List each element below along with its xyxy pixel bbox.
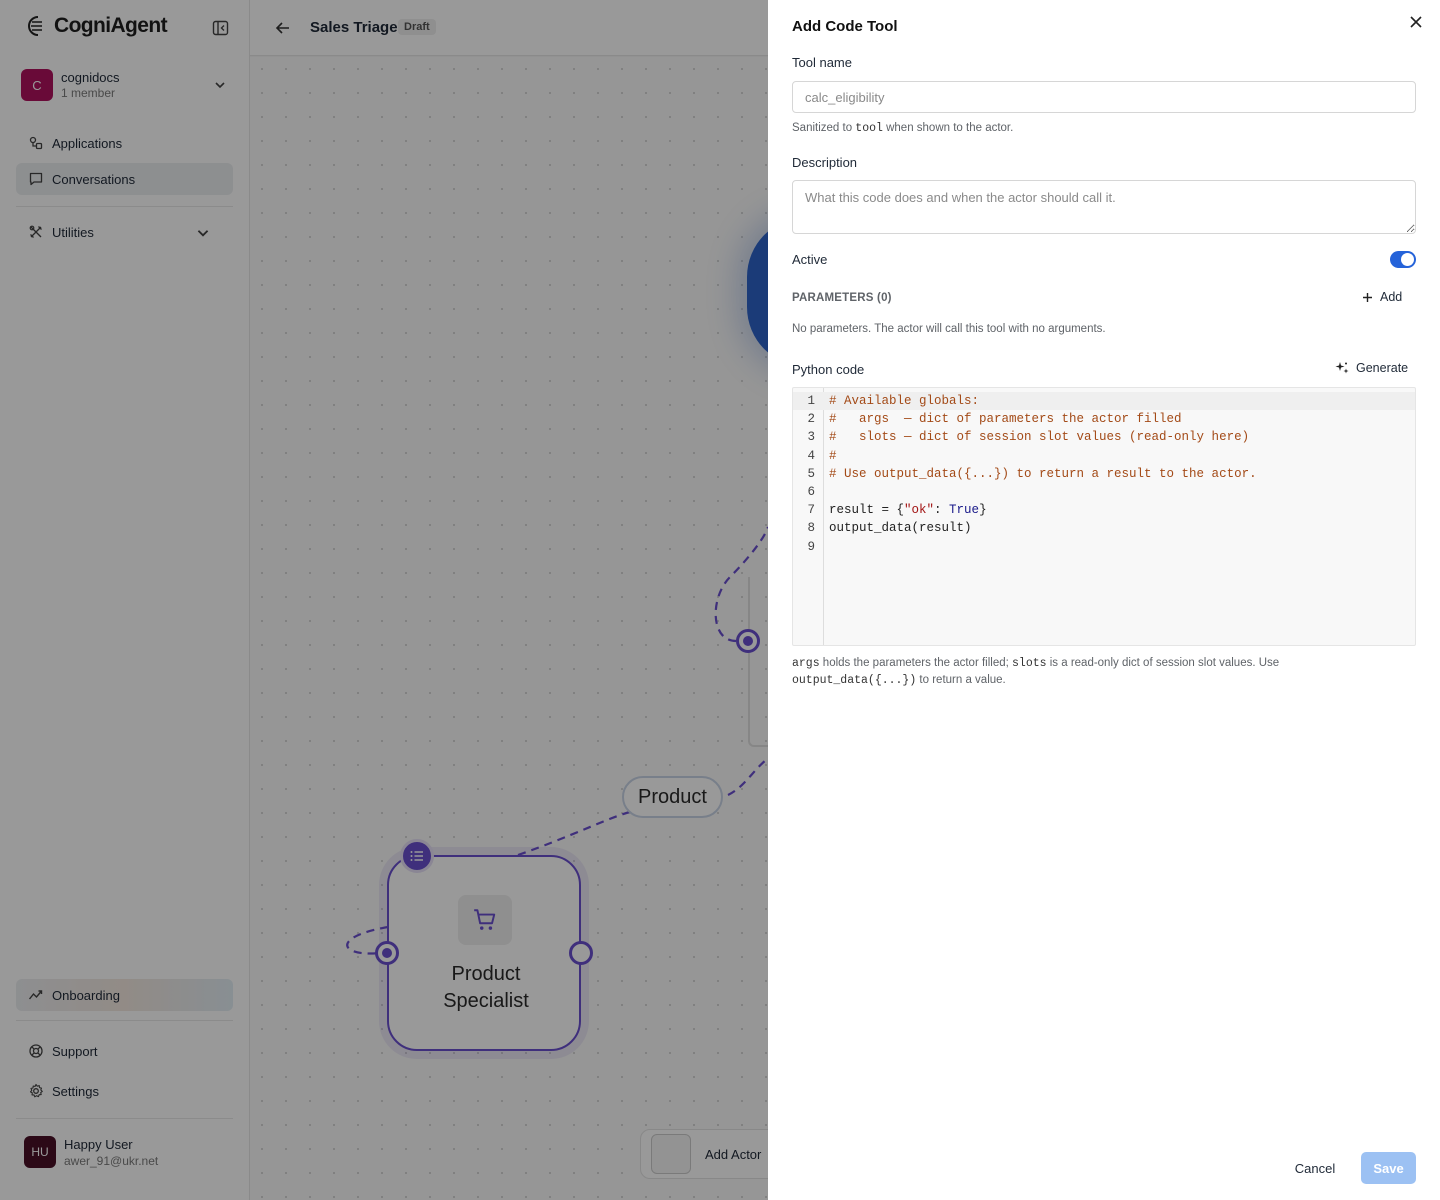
drawer-title: Add Code Tool <box>792 18 898 35</box>
code-line: 3 # slots — dict of session slot values (… <box>807 430 1250 445</box>
save-button[interactable]: Save <box>1361 1152 1416 1184</box>
hint-text: when shown to the actor. <box>882 122 1014 134</box>
hint-text: Sanitized to <box>792 122 856 134</box>
cancel-button[interactable]: Cancel <box>1286 1152 1344 1184</box>
tool-name-hint: Sanitized to tool when shown to the acto… <box>792 122 1013 135</box>
close-icon[interactable] <box>1406 12 1426 32</box>
code-help-text: args holds the parameters the actor fill… <box>792 655 1352 689</box>
code-line: 7 result = {"ok": True} <box>807 503 987 518</box>
help-code: output_data({...}) <box>792 674 917 687</box>
add-parameter-label: Add <box>1380 290 1403 304</box>
code-line: 2 # args — dict of parameters the actor f… <box>807 412 1182 427</box>
generate-label: Generate <box>1356 361 1409 375</box>
modal-backdrop[interactable] <box>0 0 768 1200</box>
no-parameters-text: No parameters. The actor will call this … <box>792 323 1106 335</box>
sparkle-icon <box>1335 362 1349 374</box>
tool-name-label: Tool name <box>792 55 852 70</box>
code-line: 8 output_data(result) <box>807 521 972 536</box>
plus-icon <box>1363 292 1372 302</box>
python-code-label: Python code <box>792 362 865 377</box>
parameters-heading: PARAMETERS (0) <box>792 292 892 304</box>
add-code-tool-drawer: Add Code Tool Tool name Sanitized to too… <box>768 0 1440 1200</box>
code-line: 4 # <box>807 448 837 463</box>
code-line: 6 <box>807 485 815 499</box>
help-text: is a read-only dict of session slot valu… <box>1046 657 1280 669</box>
generate-code-button[interactable]: Generate <box>1335 361 1408 375</box>
help-code: args <box>792 657 820 670</box>
description-textarea[interactable] <box>792 180 1416 234</box>
hint-code: tool <box>855 122 883 135</box>
python-code-editor[interactable]: 1 # Available globals: 2 # args — dict of … <box>792 387 1416 646</box>
active-label: Active <box>792 252 828 267</box>
code-line: 5 # Use output_data({...}) to return a re… <box>807 466 1257 481</box>
code-line: 1 # Available globals: <box>793 392 1415 411</box>
active-toggle[interactable] <box>1390 251 1416 268</box>
help-code: slots <box>1012 657 1047 670</box>
description-label: Description <box>792 155 858 170</box>
code-line: 9 <box>807 539 815 554</box>
help-text: to return a value. <box>916 674 1006 686</box>
toggle-knob <box>1401 253 1414 266</box>
tool-name-input[interactable] <box>792 81 1416 113</box>
add-parameter-button[interactable]: Add <box>1362 290 1402 304</box>
help-text: holds the parameters the actor filled; <box>819 657 1013 669</box>
